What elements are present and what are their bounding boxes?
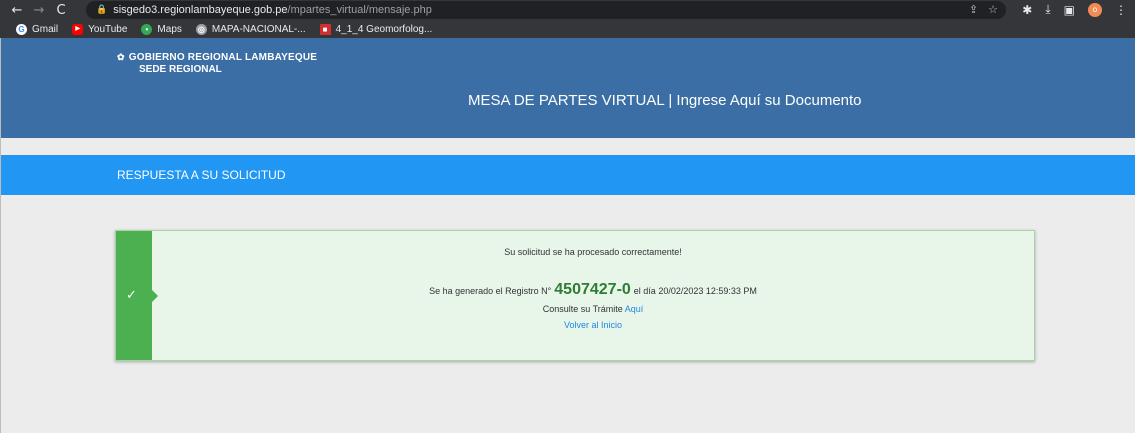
- bookmark-maps[interactable]: • Maps: [141, 23, 182, 35]
- org-logo[interactable]: ✿ GOBIERNO REGIONAL LAMBAYEQUE SEDE REGIO…: [117, 52, 317, 75]
- site-favicon-icon: ■: [319, 23, 331, 35]
- menu-icon[interactable]: ⋮: [1115, 3, 1127, 17]
- bookmark-star-icon[interactable]: ☆: [988, 3, 998, 16]
- youtube-icon: ▶: [72, 23, 84, 35]
- consulte-text: Consulte su Trámite: [542, 304, 623, 314]
- bookmark-gmail[interactable]: G Gmail: [16, 23, 58, 35]
- side-panel-icon[interactable]: ▣: [1064, 3, 1075, 17]
- url-path: /mpartes_virtual/mensaje.php: [287, 4, 432, 16]
- success-message: Su solicitud se ha procesado correctamen…: [504, 247, 682, 257]
- download-icon[interactable]: ⤓: [1045, 2, 1050, 17]
- bookmark-youtube[interactable]: ▶ YouTube: [72, 23, 127, 35]
- google-icon: G: [16, 23, 27, 35]
- address-bar[interactable]: 🔒 sisgedo3.regionlambayeque.gob.pe/mpart…: [86, 1, 1006, 19]
- registro-prefix: Se ha generado el Registro N°: [429, 286, 552, 296]
- globe-icon: ◎: [195, 23, 207, 35]
- bookmark-geomorfologia[interactable]: ■ 4_1_4 Geomorfolog...: [319, 23, 432, 35]
- registro-date: el día 20/02/2023 12:59:33 PM: [633, 286, 757, 296]
- back-icon[interactable]: ←: [6, 3, 28, 18]
- section-bar: RESPUESTA A SU SOLICITUD: [1, 155, 1135, 195]
- registro-line: Se ha generado el Registro N° 4507427-0 …: [152, 281, 1034, 299]
- bookmarks-bar: G Gmail ▶ YouTube • Maps ◎ MAPA-NACIONAL-...…: [0, 20, 1135, 38]
- site-header: ✿ GOBIERNO REGIONAL LAMBAYEQUE SEDE REGIO…: [1, 38, 1135, 138]
- bookmark-mapa-nacional[interactable]: ◎ MAPA-NACIONAL-...: [195, 23, 306, 35]
- share-icon[interactable]: ⇪: [969, 3, 978, 16]
- org-sub: SEDE REGIONAL: [139, 64, 222, 75]
- alert-body: Su solicitud se ha procesado correctamen…: [152, 231, 1034, 360]
- alert-side-strip: ✓: [116, 231, 158, 360]
- success-alert: ✓ Su solicitud se ha procesado correctam…: [115, 230, 1035, 361]
- check-icon: ✓: [126, 288, 137, 303]
- extensions-icon[interactable]: ✱: [1022, 3, 1032, 17]
- consulte-line: Consulte su Trámite Aquí: [152, 304, 1034, 314]
- section-title: RESPUESTA A SU SOLICITUD: [117, 168, 286, 182]
- browser-chrome: ← → C 🔒 sisgedo3.regionlambayeque.gob.pe…: [0, 0, 1135, 38]
- lock-icon[interactable]: 🔒: [96, 5, 107, 15]
- page-title: MESA DE PARTES VIRTUAL | Ingrese Aquí su…: [468, 92, 862, 109]
- address-row: ← → C 🔒 sisgedo3.regionlambayeque.gob.pe…: [0, 0, 1135, 20]
- seal-icon: ✿: [117, 52, 125, 62]
- profile-avatar[interactable]: o: [1088, 2, 1102, 17]
- forward-icon[interactable]: →: [28, 3, 50, 18]
- volver-line: Volver al Inicio: [152, 320, 1034, 330]
- url-host: sisgedo3.regionlambayeque.gob.pe: [113, 4, 288, 16]
- registro-number: 4507427-0: [554, 281, 631, 298]
- maps-pin-icon: •: [141, 23, 153, 35]
- page-viewport: ✿ GOBIERNO REGIONAL LAMBAYEQUE SEDE REGIO…: [0, 38, 1135, 433]
- reload-icon[interactable]: C: [50, 3, 72, 18]
- volver-inicio-link[interactable]: Volver al Inicio: [564, 320, 622, 330]
- org-name: GOBIERNO REGIONAL LAMBAYEQUE: [128, 52, 318, 63]
- aqui-link[interactable]: Aquí: [625, 304, 644, 314]
